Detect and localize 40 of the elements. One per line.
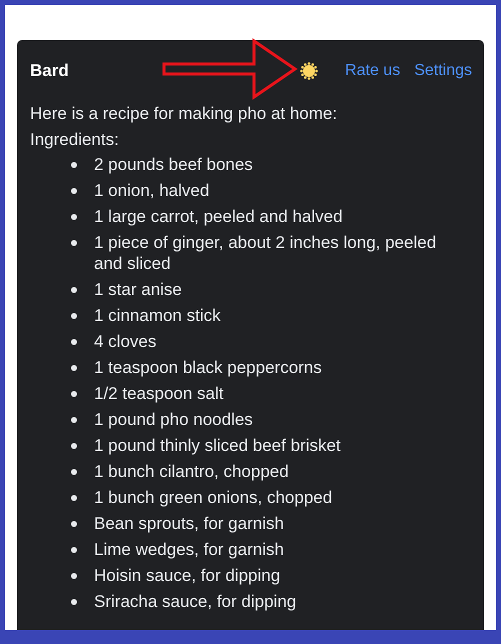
bullet-icon xyxy=(71,573,77,579)
bullet-icon xyxy=(71,339,77,345)
ingredient-text: 1 onion, halved xyxy=(94,180,210,201)
sun-icon[interactable] xyxy=(300,62,318,80)
bullet-icon xyxy=(71,365,77,371)
bullet-icon xyxy=(71,547,77,553)
ingredient-text: 1 large carrot, peeled and halved xyxy=(94,206,343,227)
ingredient-text: Hoisin sauce, for dipping xyxy=(94,565,280,586)
intro-text: Here is a recipe for making pho at home: xyxy=(30,103,338,125)
ingredient-text: 1 star anise xyxy=(94,279,182,300)
bullet-icon xyxy=(71,391,77,397)
ingredient-text: 4 cloves xyxy=(94,331,156,352)
bullet-icon xyxy=(71,495,77,501)
bullet-icon xyxy=(71,417,77,423)
ingredient-text: Bean sprouts, for garnish xyxy=(94,513,284,534)
ingredient-text: 1 pound thinly sliced beef brisket xyxy=(94,435,341,456)
bullet-icon xyxy=(71,469,77,475)
ingredient-text: 1 cinnamon stick xyxy=(94,305,221,326)
header-link[interactable]: Settings xyxy=(414,62,472,80)
ingredient-text: 1/2 teaspoon salt xyxy=(94,383,224,404)
ingredient-text: 1 pound pho noodles xyxy=(94,409,253,430)
app-title: Bard xyxy=(30,61,70,81)
bullet-icon xyxy=(71,443,77,449)
bullet-icon xyxy=(71,214,77,220)
bullet-icon xyxy=(71,188,77,194)
bullet-icon xyxy=(71,287,77,293)
bullet-icon xyxy=(71,599,77,605)
ingredient-text: Lime wedges, for garnish xyxy=(94,539,284,560)
section-label: Ingredients: xyxy=(30,129,120,151)
bullet-icon xyxy=(71,521,77,527)
ingredient-text: 1 bunch green onions, chopped xyxy=(94,487,332,508)
bullet-icon xyxy=(71,162,77,168)
bullet-icon xyxy=(71,313,77,319)
ingredient-text: 2 pounds beef bones xyxy=(94,154,253,175)
ingredient-text: 1 piece of ginger, about 2 inches long, peeled and sliced xyxy=(94,232,438,274)
ingredient-text: Sriracha sauce, for dipping xyxy=(94,591,296,612)
header-link[interactable]: Rate us xyxy=(345,62,400,80)
ingredient-text: 1 teaspoon black peppercorns xyxy=(94,357,322,378)
bullet-icon xyxy=(71,240,77,246)
ingredient-text: 1 bunch cilantro, chopped xyxy=(94,461,289,482)
